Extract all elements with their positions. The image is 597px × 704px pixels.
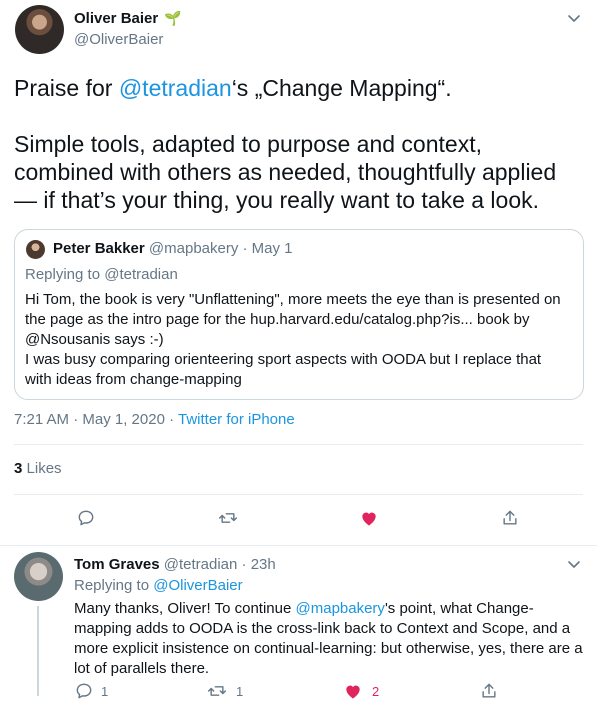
quoted-author-name: Peter Bakker xyxy=(53,240,145,257)
author-name-text[interactable]: Oliver Baier xyxy=(74,10,158,27)
quoted-body: Hi Tom, the book is very "Unflattening",… xyxy=(25,291,561,388)
tweet-text: Praise for @tetradian‘s „Change Mapping“… xyxy=(14,74,584,214)
chevron-down-icon[interactable] xyxy=(566,10,582,26)
reply-avatar[interactable] xyxy=(14,552,63,601)
timestamp[interactable]: 7:21 AM · May 1, 2020 xyxy=(14,411,165,428)
source-link[interactable]: Twitter for iPhone xyxy=(178,411,295,428)
retweet-icon xyxy=(218,513,238,523)
replying-prefix: Replying to xyxy=(74,577,154,594)
comment-icon xyxy=(76,683,92,699)
thread-line xyxy=(37,606,39,696)
reply-replying-to: Replying to @OliverBaier xyxy=(74,577,243,594)
comment-icon xyxy=(78,510,94,526)
quoted-replying-to: Replying to @tetradian xyxy=(25,266,178,283)
retweet-count: 1 xyxy=(236,684,244,699)
likes-label: Likes xyxy=(26,460,62,477)
chevron-down-icon[interactable] xyxy=(566,556,582,572)
like-button[interactable] xyxy=(358,507,380,529)
share-icon xyxy=(482,683,496,698)
reply-author-handle[interactable]: @tetradian xyxy=(164,556,238,573)
reply-author: Tom Graves @tetradian · 23h xyxy=(74,556,276,573)
retweet-button[interactable] xyxy=(217,507,239,529)
reply-retweet-button[interactable] xyxy=(206,680,228,702)
author-handle[interactable]: @OliverBaier xyxy=(74,31,163,48)
avatar[interactable] xyxy=(15,5,64,54)
reply-count: 1 xyxy=(101,684,109,699)
retweet-icon xyxy=(207,686,227,696)
reply-share-button[interactable] xyxy=(478,680,500,702)
share-button[interactable] xyxy=(499,507,521,529)
heart-icon xyxy=(346,685,360,699)
tweet-meta: 7:21 AM · May 1, 2020 · Twitter for iPho… xyxy=(14,411,295,428)
quoted-author: Peter Bakker @mapbakery · May 1 xyxy=(53,240,293,257)
likes-stat[interactable]: 3 Likes xyxy=(14,460,62,477)
main-tweet: Oliver Baier 🌱 @OliverBaier Praise for @t… xyxy=(0,0,597,546)
tweet-text-part2: ‘s „Change Mapping“. xyxy=(231,75,452,101)
divider xyxy=(14,444,583,445)
reply-like-button[interactable] xyxy=(342,680,364,702)
likes-count: 3 xyxy=(14,460,23,477)
reply-mention-link[interactable]: @mapbakery xyxy=(296,600,385,617)
reply-body-part1: Many thanks, Oliver! To continue xyxy=(74,600,296,617)
quoted-avatar xyxy=(26,240,45,259)
tweet-text-part1: Praise for xyxy=(14,75,119,101)
meta-separator: · xyxy=(164,411,178,428)
mention-link[interactable]: @tetradian xyxy=(119,75,232,101)
reply-reply-button[interactable] xyxy=(73,680,95,702)
reply-button[interactable] xyxy=(75,507,97,529)
reply-author-name[interactable]: Tom Graves xyxy=(74,556,160,573)
share-icon xyxy=(503,510,517,525)
divider xyxy=(14,494,583,495)
reply-body: Many thanks, Oliver! To continue @mapbak… xyxy=(74,599,584,679)
quoted-date: · May 1 xyxy=(242,240,293,257)
quoted-tweet[interactable]: Peter Bakker @mapbakery · May 1 Replying… xyxy=(14,229,584,400)
quoted-author-handle: @mapbakery xyxy=(148,240,239,257)
sprout-icon: 🌱 xyxy=(164,10,182,26)
heart-icon xyxy=(362,512,376,526)
reply-time[interactable]: · 23h xyxy=(242,556,276,573)
like-count: 2 xyxy=(372,684,380,699)
author-name[interactable]: Oliver Baier 🌱 xyxy=(74,10,182,27)
replying-handle-link[interactable]: @OliverBaier xyxy=(153,577,242,594)
tweet-text-paragraph2: Simple tools, adapted to purpose and con… xyxy=(14,131,557,213)
